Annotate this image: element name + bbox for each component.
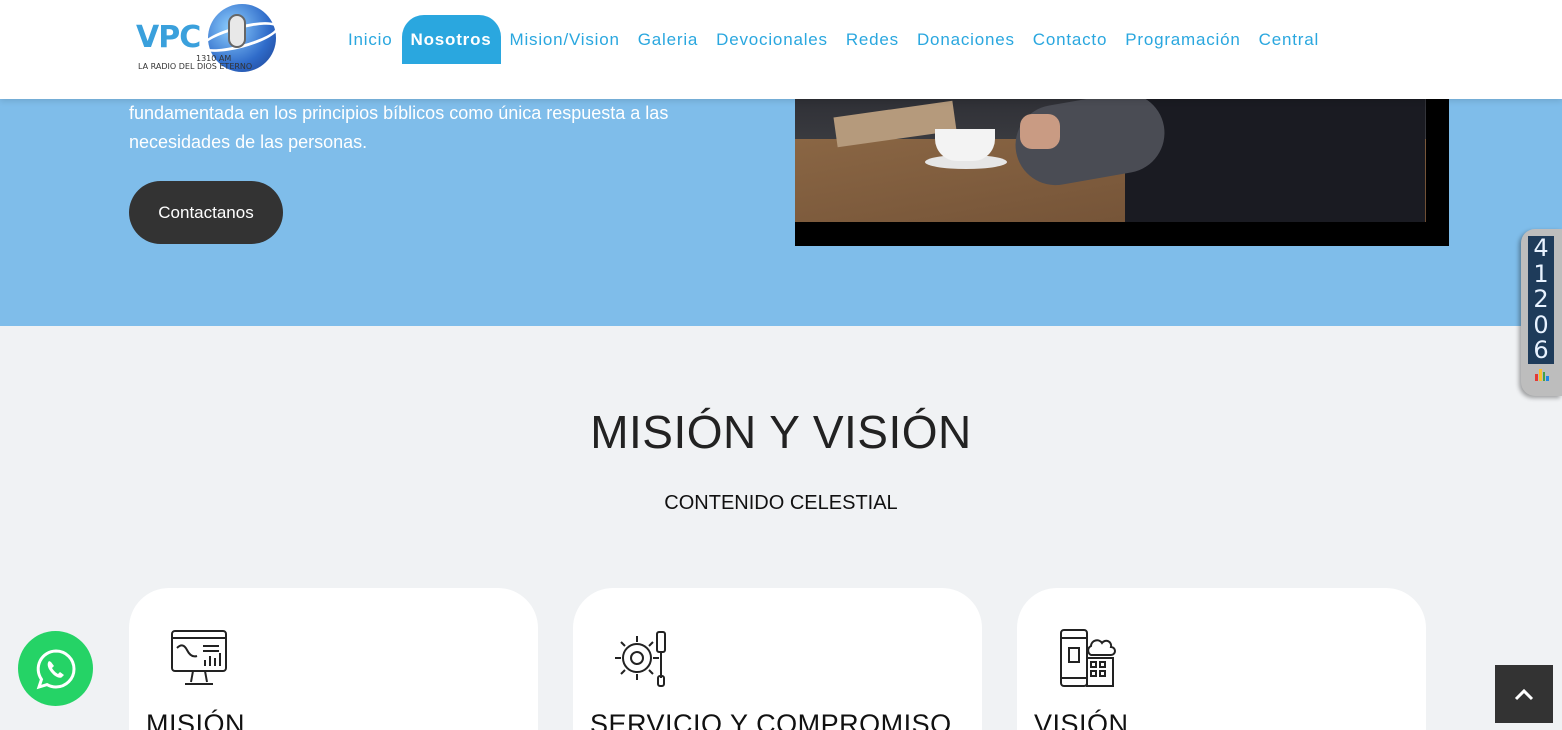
site-logo[interactable]: VPC 1310 AM LA RADIO DEL DIOS ETERNO [136,4,282,76]
nav-item-programacion[interactable]: Programación [1116,15,1249,64]
whatsapp-button[interactable] [18,631,93,706]
nav-item-devocionales[interactable]: Devocionales [707,15,837,64]
site-header: VPC 1310 AM LA RADIO DEL DIOS ETERNO Ini… [0,0,1562,99]
hero-image-frame [795,99,1449,246]
logo-tagline: LA RADIO DEL DIOS ETERNO [138,62,253,71]
hero-text-line-1: fundamentada en los principios bíblicos … [129,103,669,123]
hero-description: fundamentada en los principios bíblicos … [129,99,729,157]
visitor-counter[interactable]: 4 1 2 0 6 [1521,229,1562,396]
card-mision: MISIÓN [129,588,538,730]
card-title-vision: VISIÓN [1034,709,1129,730]
counter-digit: 2 [1533,285,1549,314]
whatsapp-icon [36,648,75,689]
counter-digit: 0 [1533,310,1549,339]
nav-item-mision-vision[interactable]: Mision/Vision [501,15,629,64]
scroll-top-button[interactable] [1495,665,1553,723]
chevron-up-icon [1514,688,1534,701]
nav-item-central[interactable]: Central [1250,15,1328,64]
nav-item-donaciones[interactable]: Donaciones [908,15,1024,64]
section-title: MISIÓN Y VISIÓN [590,406,972,458]
microphone-icon [228,14,246,48]
main-nav: Inicio Nosotros Mision/Vision Galeria De… [339,15,1328,64]
nav-item-galeria[interactable]: Galeria [629,15,707,64]
contact-button[interactable]: Contactanos [129,181,283,244]
counter-digit: 6 [1533,336,1549,365]
card-vision: VISIÓN [1017,588,1426,730]
building-cloud-icon [1060,629,1116,687]
nav-item-contacto[interactable]: Contacto [1024,15,1116,64]
counter-digit: 4 [1533,234,1549,262]
gear-tools-icon [615,631,666,687]
section-subtitle: CONTENIDO CELESTIAL [664,492,898,514]
nav-item-redes[interactable]: Redes [837,15,908,64]
card-title-mision: MISIÓN [146,709,246,730]
nav-item-inicio[interactable]: Inicio [339,15,402,64]
bar-chart-icon [1535,367,1549,381]
card-title-servicio: SERVICIO Y COMPROMISO [590,709,952,730]
logo-text: VPC [136,20,201,55]
counter-digit: 1 [1533,259,1549,288]
hero-photo [795,99,1426,222]
monitor-dashboard-icon [171,630,227,685]
card-servicio: SERVICIO Y COMPROMISO [573,588,982,730]
hero-text-line-2: necesidades de las personas. [129,132,368,152]
counter-digits: 4 1 2 0 6 [1528,234,1554,365]
nav-item-nosotros[interactable]: Nosotros [401,15,501,64]
